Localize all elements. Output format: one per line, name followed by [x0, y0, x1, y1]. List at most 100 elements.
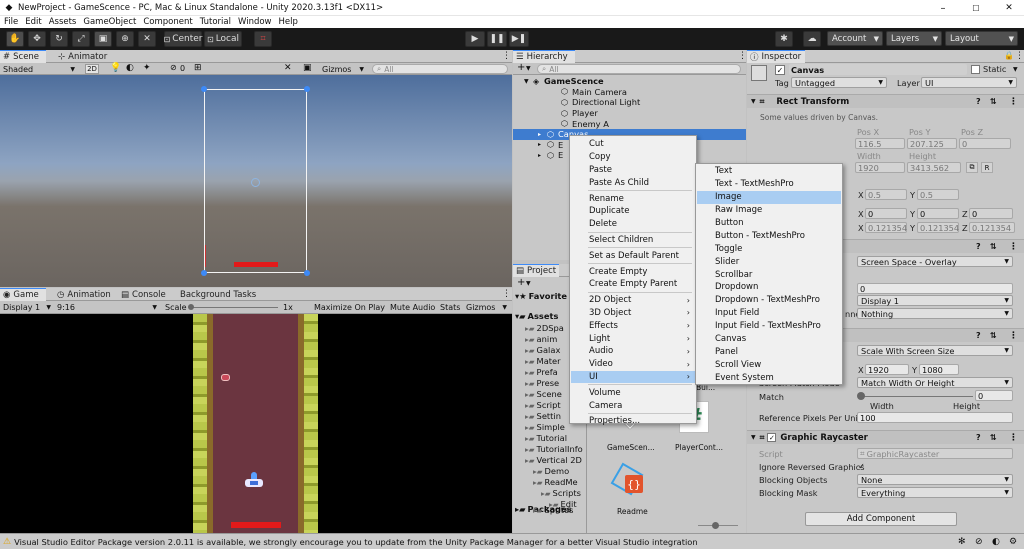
tab-animator[interactable]: ⊹ Animator: [55, 50, 115, 63]
project-folder[interactable]: ▸▰ Prese: [525, 378, 559, 389]
context-menu-item[interactable]: Video ›: [571, 358, 695, 371]
project-folder[interactable]: ▸▰ Mater: [525, 356, 561, 367]
screen-match-mode-dropdown[interactable]: Match Width Or Height ▼: [857, 377, 1013, 388]
panel-menu-icon[interactable]: ⋮: [502, 51, 511, 61]
preset-icon[interactable]: ⇅: [990, 331, 997, 340]
grid-icon[interactable]: ⊞: [194, 63, 202, 73]
graphic-raycaster-header[interactable]: ▼ ⌗ ✓ Graphic Raycaster ? ⇅ ⋮: [747, 430, 1024, 444]
context-menu-item[interactable]: Paste As Child: [571, 176, 695, 189]
help-icon[interactable]: ?: [976, 97, 981, 106]
lighting-icon[interactable]: 💡: [110, 63, 121, 73]
project-folder[interactable]: ▸▰ Simple: [525, 422, 565, 433]
panel-menu-icon[interactable]: ⋮: [502, 289, 511, 299]
panel-menu-icon[interactable]: ⋮: [1015, 51, 1024, 61]
reference-resolution-y[interactable]: 1080: [919, 364, 959, 375]
hierarchy-item[interactable]: ⬡ Directional Light: [513, 97, 746, 108]
reference-resolution-x[interactable]: 1920: [865, 364, 909, 375]
move-tool-icon[interactable]: ✥: [28, 31, 46, 47]
context-menu-item[interactable]: Duplicate: [571, 205, 695, 218]
account-dropdown[interactable]: Account ▼: [827, 31, 883, 46]
menu-tutorial[interactable]: Tutorial: [200, 17, 231, 27]
chevron-right-icon[interactable]: ▸: [538, 141, 541, 148]
ui-submenu-item[interactable]: Event System: [697, 371, 841, 384]
game-view[interactable]: [0, 314, 512, 533]
ui-submenu-item[interactable]: Text - TextMeshPro: [697, 178, 841, 191]
hidden-objects-icon[interactable]: ⊘: [170, 63, 177, 72]
close-button[interactable]: ✕: [1001, 1, 1017, 15]
component-menu-icon[interactable]: ⋮: [1009, 97, 1018, 107]
aspect-dropdown[interactable]: 9:16 ▼: [57, 302, 159, 313]
project-folder[interactable]: ▸▰ Tutorial: [525, 433, 567, 444]
ui-submenu-item[interactable]: Canvas: [697, 333, 841, 346]
chevron-right-icon[interactable]: ▸: [538, 152, 541, 159]
context-menu-item[interactable]: Create Empty: [571, 265, 695, 278]
rotation-z-field[interactable]: 0: [969, 208, 1013, 219]
context-menu-item[interactable]: Cut: [571, 138, 695, 151]
scale-tool-icon[interactable]: ⤢: [72, 31, 90, 47]
scene-search[interactable]: ⌕ All: [372, 64, 508, 74]
ignore-reversed-checkbox[interactable]: ✓: [857, 462, 866, 471]
scale-x-field[interactable]: 0.121354: [865, 222, 907, 233]
component-menu-icon[interactable]: ⋮: [1009, 433, 1018, 443]
project-folder[interactable]: ▸▰ Prefa: [525, 367, 558, 378]
progress-icon[interactable]: ⊘: [975, 537, 983, 547]
project-folder[interactable]: ▸▰ Settin: [525, 411, 561, 422]
pivot-center-button[interactable]: ⊡ Center: [164, 31, 203, 47]
rotation-y-field[interactable]: 0: [917, 208, 959, 219]
match-slider-track[interactable]: [861, 396, 973, 397]
gizmos-dropdown[interactable]: Gizmos ▼: [466, 302, 508, 313]
rect-handle[interactable]: [201, 270, 207, 276]
help-icon[interactable]: ?: [976, 242, 981, 251]
project-folder[interactable]: ▸▰ Galax: [525, 345, 560, 356]
project-folder[interactable]: ▸▰ Sprites: [533, 505, 573, 516]
collab-icon[interactable]: ✱: [775, 31, 793, 47]
tab-console[interactable]: ▤ Console: [118, 288, 170, 301]
scale-slider-thumb[interactable]: [188, 304, 194, 310]
context-menu-item[interactable]: 2D Object ›: [571, 294, 695, 307]
cloud-icon[interactable]: ☁: [803, 31, 821, 47]
layer-dropdown[interactable]: UI ▼: [921, 77, 1017, 88]
hierarchy-search[interactable]: ⌕ All: [537, 64, 741, 74]
rect-handle[interactable]: [304, 86, 310, 92]
context-menu-item[interactable]: Volume: [571, 386, 695, 399]
shading-dropdown[interactable]: Shaded ▼: [3, 64, 77, 74]
camera-icon[interactable]: ▣: [303, 63, 312, 73]
panel-menu-icon[interactable]: ⋮: [738, 51, 747, 61]
rotation-x-field[interactable]: 0: [865, 208, 907, 219]
minimize-button[interactable]: –: [935, 1, 951, 15]
ui-submenu-item[interactable]: Raw Image: [697, 204, 841, 217]
ui-submenu-item[interactable]: Toggle: [697, 242, 841, 255]
add-icon[interactable]: +: [517, 277, 525, 288]
active-checkbox[interactable]: ✓: [775, 65, 785, 75]
maximize-button[interactable]: ☐: [968, 1, 984, 15]
ui-submenu-item[interactable]: Input Field - TextMeshPro: [697, 320, 841, 333]
rect-tool-icon[interactable]: ▣: [94, 31, 112, 47]
menu-file[interactable]: File: [4, 17, 18, 27]
ui-submenu-item[interactable]: Input Field: [697, 307, 841, 320]
audio-icon[interactable]: ◐: [126, 63, 134, 73]
component-menu-icon[interactable]: ⋮: [1009, 242, 1018, 252]
context-menu-item[interactable]: Paste: [571, 164, 695, 177]
chevron-down-icon[interactable]: ▼: [1013, 66, 1018, 73]
context-menu-item[interactable]: Delete: [571, 218, 695, 231]
ui-submenu-item[interactable]: Scroll View: [697, 359, 841, 372]
add-component-button[interactable]: Add Component: [805, 512, 957, 526]
preset-icon[interactable]: ⇅: [990, 97, 997, 106]
project-folder[interactable]: ▸▰ Demo: [533, 466, 569, 477]
project-folder[interactable]: ▸▰ anim: [525, 334, 557, 345]
menu-component[interactable]: Component: [143, 17, 192, 27]
preset-icon[interactable]: ⇅: [990, 242, 997, 251]
readme-icon[interactable]: {}: [610, 462, 647, 499]
rect-transform-header[interactable]: ▼ ⌗ Rect Transform ? ⇅ ⋮: [747, 94, 1024, 108]
raw-edit-button[interactable]: R: [981, 162, 993, 173]
preset-icon[interactable]: ⇅: [990, 433, 997, 442]
rotate-tool-icon[interactable]: ↻: [50, 31, 68, 47]
menu-gameobject[interactable]: GameObject: [83, 17, 136, 27]
ui-submenu-item[interactable]: Text: [697, 165, 841, 178]
ui-submenu-item[interactable]: Dropdown: [697, 281, 841, 294]
rect-handle[interactable]: [201, 86, 207, 92]
sort-order-field[interactable]: 0: [857, 283, 1013, 294]
ui-submenu-item[interactable]: Panel: [697, 346, 841, 359]
chevron-down-icon[interactable]: ▼: [526, 280, 531, 287]
project-folder[interactable]: ▸▰ TutorialInfo: [525, 444, 583, 455]
